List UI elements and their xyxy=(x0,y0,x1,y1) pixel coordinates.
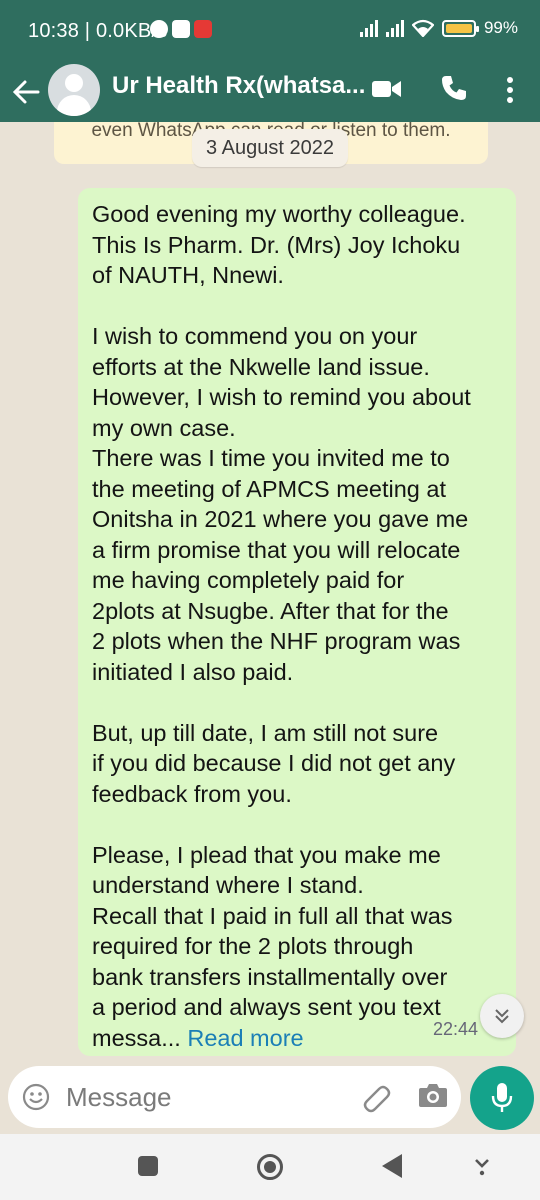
message-input[interactable] xyxy=(66,1074,346,1120)
message-paragraph: Good evening my worthy colleague. This I… xyxy=(92,201,466,288)
recents-icon[interactable] xyxy=(138,1156,158,1176)
signal-icon-2 xyxy=(385,19,404,37)
microphone-icon xyxy=(491,1083,513,1112)
battery-percent: 99% xyxy=(483,18,518,37)
message-composer xyxy=(8,1066,461,1128)
system-nav-bar xyxy=(0,1134,540,1200)
message-paragraph: But, up till date, I am still not sure i… xyxy=(92,719,456,807)
signal-icon xyxy=(359,19,378,37)
more-options-icon[interactable] xyxy=(496,74,524,110)
news-icon xyxy=(194,20,212,38)
chat-header: Ur Health Rx(whatsa... xyxy=(0,62,540,122)
back-icon[interactable] xyxy=(382,1154,402,1178)
system-icons: 99% xyxy=(359,18,518,38)
mic-button[interactable] xyxy=(470,1066,534,1130)
avatar[interactable] xyxy=(48,64,100,116)
message-paragraph: Please, I plead that you make me underst… xyxy=(92,841,453,1021)
keyboard-hide-icon[interactable] xyxy=(472,1154,492,1178)
back-arrow-icon[interactable] xyxy=(10,74,42,110)
chat-title[interactable]: Ur Health Rx(whatsa... xyxy=(112,72,365,100)
calendar-icon xyxy=(172,20,190,38)
video-call-icon[interactable] xyxy=(372,78,402,100)
camera-icon[interactable] xyxy=(418,1082,448,1108)
wifi-icon xyxy=(411,19,434,37)
scroll-to-bottom-button[interactable] xyxy=(480,994,524,1038)
message-paragraph: I wish to commend you on your efforts at… xyxy=(92,323,471,685)
message-truncated: messa... xyxy=(92,1024,181,1051)
status-bar: 10:38 | 0.0KB/s 99% xyxy=(0,0,540,62)
message-time: 22:44 xyxy=(432,1018,478,1039)
message-bubble[interactable]: Good evening my worthy colleague. This I… xyxy=(78,188,516,1056)
emoji-icon[interactable] xyxy=(22,1083,50,1111)
attach-icon[interactable] xyxy=(360,1080,394,1114)
double-chevron-down-icon xyxy=(495,1009,509,1024)
telegram-icon xyxy=(150,20,168,38)
chat-area[interactable]: even WhatsApp can read or listen to them… xyxy=(0,122,540,1068)
read-more-link[interactable]: Read more xyxy=(187,1025,303,1051)
battery-icon xyxy=(441,19,479,37)
voice-call-icon[interactable] xyxy=(440,74,468,102)
home-icon[interactable] xyxy=(257,1154,283,1180)
notification-icons xyxy=(150,20,212,38)
date-separator: 3 August 2022 xyxy=(192,129,348,167)
status-time: 10:38 | 0.0KB/s xyxy=(28,20,168,42)
